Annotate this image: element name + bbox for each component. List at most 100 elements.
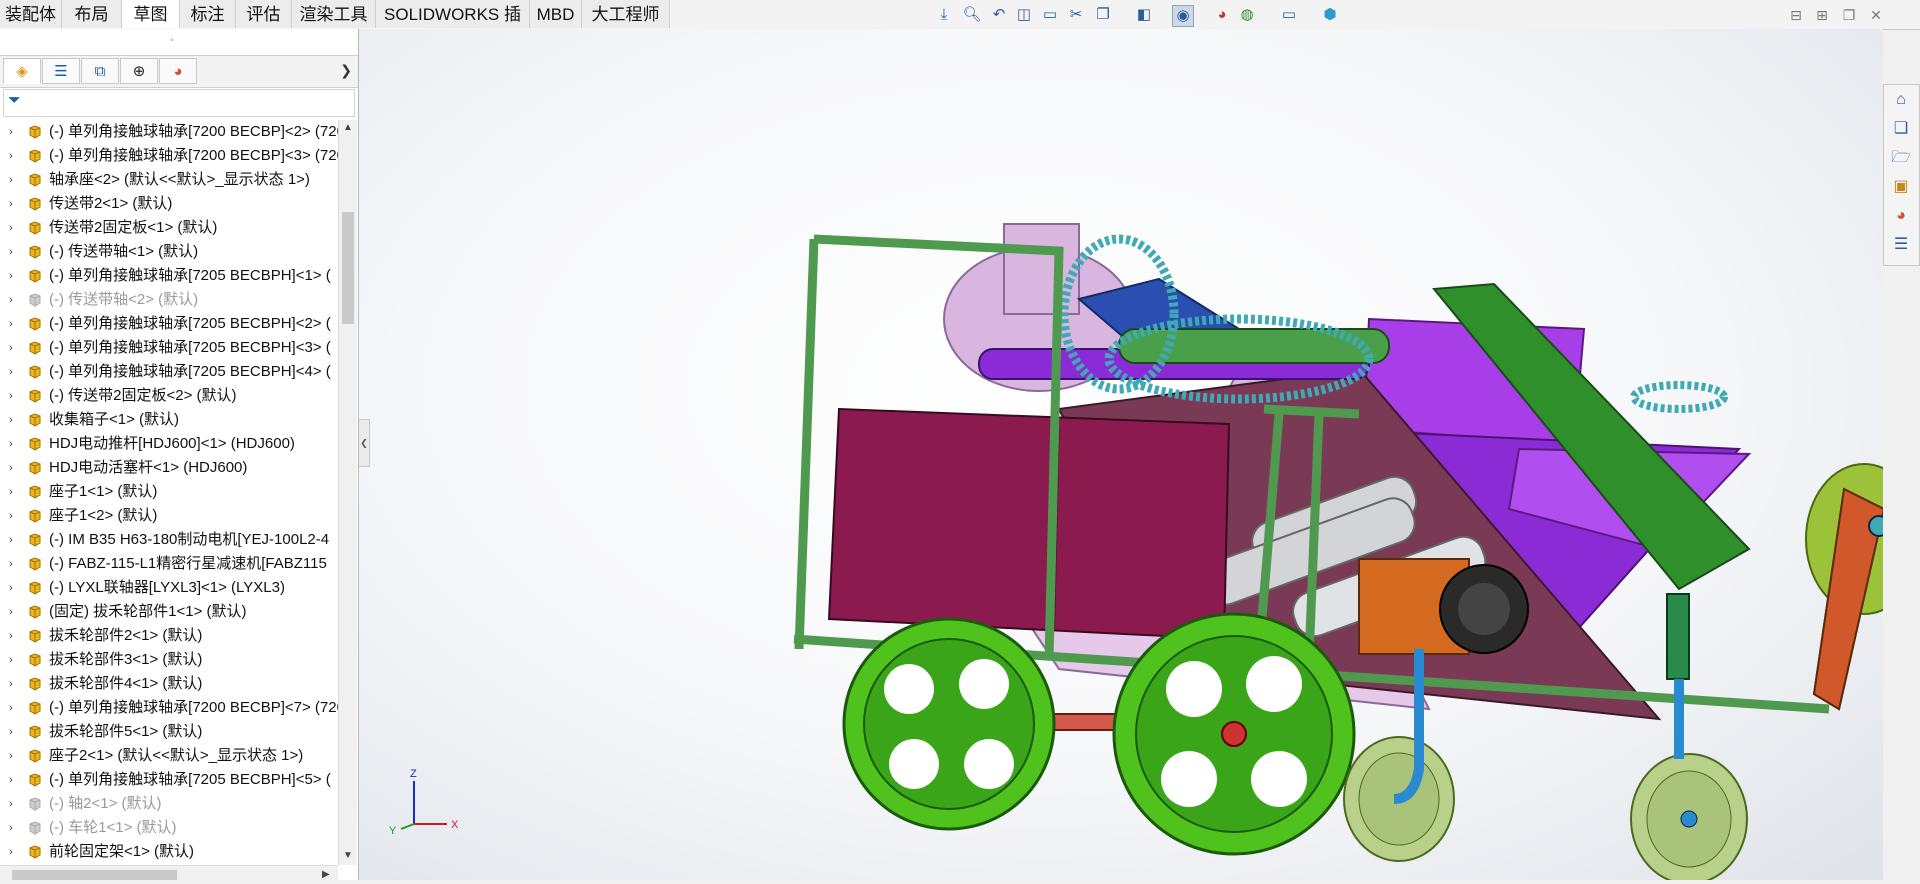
expand-arrow-icon[interactable]: ›: [9, 600, 13, 624]
scroll-down-icon[interactable]: ▼: [343, 850, 353, 861]
restore-window-icon[interactable]: ❐: [1840, 6, 1858, 24]
expand-arrow-icon[interactable]: ›: [9, 552, 13, 576]
configurationmanager-icon[interactable]: ⧉: [81, 58, 119, 84]
tree-item[interactable]: › 拔禾轮部件5<1> (默认): [0, 720, 338, 744]
expand-arrow-icon[interactable]: ›: [9, 168, 13, 192]
expand-arrow-icon[interactable]: ›: [9, 696, 13, 720]
tree-filter[interactable]: ⏷: [3, 89, 355, 117]
tab-render-tools[interactable]: 渲染工具: [292, 0, 376, 28]
display-icon[interactable]: ▭: [1279, 5, 1299, 25]
scroll-right-icon[interactable]: ▶: [322, 869, 330, 880]
graphics-area[interactable]: ❮ Z X Y: [359, 29, 1883, 880]
expand-arrow-icon[interactable]: ›: [9, 768, 13, 792]
tree-item[interactable]: › 拔禾轮部件3<1> (默认): [0, 648, 338, 672]
expand-arrow-icon[interactable]: ›: [9, 408, 13, 432]
panel-grip-icon[interactable]: ◦: [170, 35, 174, 46]
expand-arrow-icon[interactable]: ›: [9, 720, 13, 744]
tab-big-engineer[interactable]: 大工程师: [582, 0, 670, 28]
file-explorer-icon[interactable]: 🗁︎: [1890, 147, 1912, 169]
tab-mbd[interactable]: MBD: [530, 0, 582, 28]
tree-item[interactable]: › (-) 单列角接触球轴承[7200 BECBP]<7> (7200: [0, 696, 338, 720]
tree-item[interactable]: › 传送带2<1> (默认): [0, 192, 338, 216]
tree-item[interactable]: › (-) 单列角接触球轴承[7200 BECBP]<2> (7200: [0, 120, 338, 144]
scroll-thumb[interactable]: [342, 212, 354, 324]
tab-solidworks-addins[interactable]: SOLIDWORKS 插件: [376, 0, 530, 53]
chevron-right-icon[interactable]: ❯: [340, 62, 352, 79]
harvester-model[interactable]: Z X Y: [359, 29, 1883, 880]
tree-item[interactable]: › (-) 单列角接触球轴承[7205 BECBPH]<5> (: [0, 768, 338, 792]
tree-item[interactable]: › (-) 单列角接触球轴承[7205 BECBPH]<1> (: [0, 264, 338, 288]
tree-item[interactable]: › 收集箱子<1> (默认): [0, 408, 338, 432]
expand-arrow-icon[interactable]: ›: [9, 120, 13, 144]
displaymanager-icon[interactable]: ◕: [159, 58, 197, 84]
tree-item[interactable]: › 座子2<1> (默认<<默认>_显示状态 1>): [0, 744, 338, 768]
expand-arrow-icon[interactable]: ›: [9, 456, 13, 480]
tab-annotation[interactable]: 标注: [180, 0, 236, 28]
scroll-thumb[interactable]: [12, 870, 177, 880]
tree-item[interactable]: › (-) 传送带轴<2> (默认): [0, 288, 338, 312]
expand-arrow-icon[interactable]: ›: [9, 384, 13, 408]
custom-properties-icon[interactable]: ☰: [1890, 234, 1912, 256]
expand-arrow-icon[interactable]: ›: [9, 672, 13, 696]
design-library-icon[interactable]: ❏: [1890, 118, 1912, 140]
display-style-icon[interactable]: ❐: [1093, 5, 1113, 25]
expand-arrow-icon[interactable]: ›: [9, 576, 13, 600]
expand-arrow-icon[interactable]: ›: [9, 216, 13, 240]
zoom-to-fit-icon[interactable]: ⤓: [934, 5, 954, 25]
tree-item[interactable]: › 座子1<2> (默认): [0, 504, 338, 528]
view-settings-icon[interactable]: ◉: [1172, 5, 1194, 27]
tree-item[interactable]: › (-) 单列角接触球轴承[7200 BECBP]<3> (7200: [0, 144, 338, 168]
tree-item[interactable]: › (-) 单列角接触球轴承[7205 BECBPH]<4> (: [0, 360, 338, 384]
tile-right-icon[interactable]: ⊞: [1813, 6, 1831, 24]
tree-item[interactable]: › (-) FABZ-115-L1精密行星减速机[FABZ115: [0, 552, 338, 576]
dynamic-annotation-icon[interactable]: ▭: [1040, 5, 1060, 25]
expand-arrow-icon[interactable]: ›: [9, 312, 13, 336]
expand-arrow-icon[interactable]: ›: [9, 504, 13, 528]
propertymanager-icon[interactable]: ☰: [42, 58, 80, 84]
expand-arrow-icon[interactable]: ›: [9, 792, 13, 816]
dimxpert-icon[interactable]: ⊕: [120, 58, 158, 84]
tree-item[interactable]: › 拔禾轮部件4<1> (默认): [0, 672, 338, 696]
view-orientation-icon[interactable]: ✂: [1066, 5, 1086, 25]
home-icon[interactable]: ⌂: [1890, 89, 1912, 111]
scroll-up-icon[interactable]: ▲: [343, 122, 353, 133]
tree-item[interactable]: › (固定) 拔禾轮部件1<1> (默认): [0, 600, 338, 624]
edit-appearance-icon[interactable]: ◕: [1212, 5, 1232, 25]
expand-arrow-icon[interactable]: ›: [9, 336, 13, 360]
tree-horizontal-scrollbar[interactable]: ▶: [0, 865, 338, 884]
tree-item[interactable]: › (-) 车轮1<1> (默认): [0, 816, 338, 840]
expand-arrow-icon[interactable]: ›: [9, 816, 13, 840]
tab-layout[interactable]: 布局: [62, 0, 122, 28]
tree-vertical-scrollbar[interactable]: ▲ ▼: [338, 120, 357, 865]
expand-arrow-icon[interactable]: ›: [9, 288, 13, 312]
expand-arrow-icon[interactable]: ›: [9, 840, 13, 864]
tree-item[interactable]: › (-) 轴2<1> (默认): [0, 792, 338, 816]
expand-arrow-icon[interactable]: ›: [9, 624, 13, 648]
expand-arrow-icon[interactable]: ›: [9, 264, 13, 288]
tree-item[interactable]: › 传送带2固定板<1> (默认): [0, 216, 338, 240]
tree-item[interactable]: › 前轮固定架<1> (默认): [0, 840, 338, 864]
tree-item[interactable]: › 座子1<1> (默认): [0, 480, 338, 504]
close-window-icon[interactable]: ✕: [1867, 6, 1885, 24]
tree-item[interactable]: › (-) LYXL联轴器[LYXL3]<1> (LYXL3): [0, 576, 338, 600]
tree-item[interactable]: › HDJ电动推杆[HDJ600]<1> (HDJ600): [0, 432, 338, 456]
tree-item[interactable]: › (-) 传送带2固定板<2> (默认): [0, 384, 338, 408]
expand-arrow-icon[interactable]: ›: [9, 192, 13, 216]
hide-show-icon[interactable]: ◧: [1134, 5, 1154, 25]
tree-item[interactable]: › 拔禾轮部件2<1> (默认): [0, 624, 338, 648]
appearances-icon[interactable]: ◕: [1890, 205, 1912, 227]
expand-arrow-icon[interactable]: ›: [9, 432, 13, 456]
3d-view-icon[interactable]: ⬢: [1320, 5, 1340, 25]
section-view-icon[interactable]: ◫: [1014, 5, 1034, 25]
tree-item[interactable]: › 轴承座<2> (默认<<默认>_显示状态 1>): [0, 168, 338, 192]
expand-arrow-icon[interactable]: ›: [9, 744, 13, 768]
expand-arrow-icon[interactable]: ›: [9, 240, 13, 264]
tile-left-icon[interactable]: ⊟: [1787, 6, 1805, 24]
previous-view-icon[interactable]: ↶: [989, 5, 1009, 25]
expand-arrow-icon[interactable]: ›: [9, 144, 13, 168]
apply-scene-icon[interactable]: ◍: [1237, 5, 1257, 25]
tab-assembly[interactable]: 装配体: [0, 0, 62, 28]
tree-item[interactable]: › HDJ电动活塞杆<1> (HDJ600): [0, 456, 338, 480]
tree-item[interactable]: › (-) 单列角接触球轴承[7205 BECBPH]<3> (: [0, 336, 338, 360]
expand-arrow-icon[interactable]: ›: [9, 528, 13, 552]
